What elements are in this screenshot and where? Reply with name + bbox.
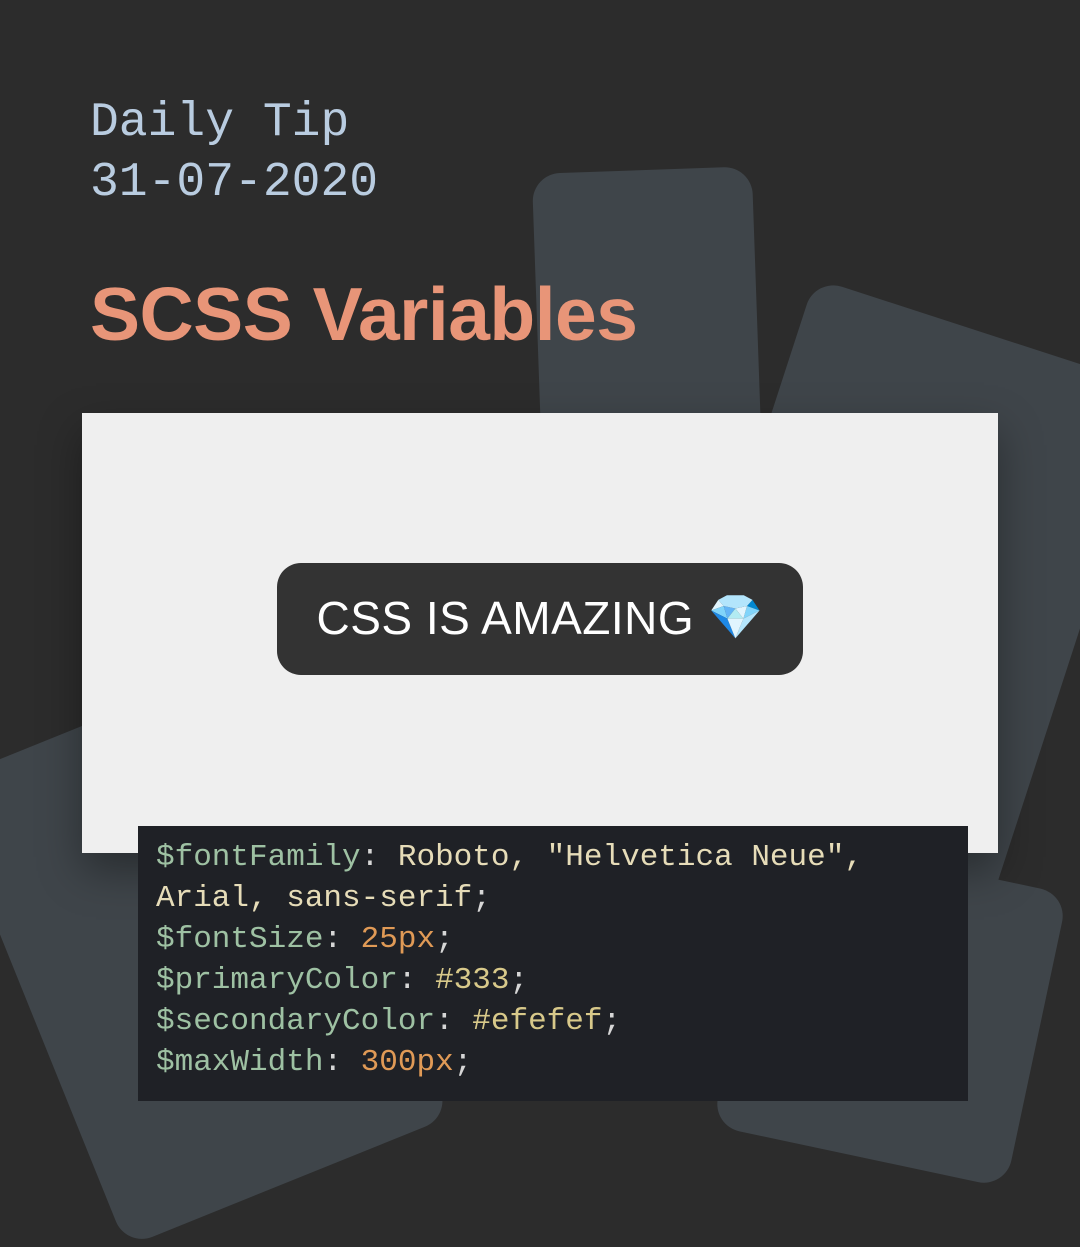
- code-var: $primaryColor: [156, 963, 398, 998]
- code-punct: ;: [435, 922, 454, 957]
- demo-pill: CSS IS AMAZING 💎: [277, 563, 804, 675]
- code-punct: ;: [603, 1004, 622, 1039]
- header: Daily Tip 31-07-2020 SCSS Variables: [0, 0, 1080, 357]
- code-punct: :: [361, 840, 398, 875]
- code-punct: :: [323, 1045, 360, 1080]
- kicker-label: Daily Tip: [90, 93, 1080, 153]
- code-punct: ;: [509, 963, 528, 998]
- code-block: $fontFamily: Roboto, "Helvetica Neue", A…: [138, 826, 968, 1101]
- code-value: #efefef: [472, 1004, 602, 1039]
- page-title: SCSS Variables: [90, 271, 1080, 357]
- code-punct: :: [398, 963, 435, 998]
- code-var: $maxWidth: [156, 1045, 323, 1080]
- code-punct: ;: [472, 881, 491, 916]
- code-punct: :: [435, 1004, 472, 1039]
- code-var: $fontSize: [156, 922, 323, 957]
- code-var: $fontFamily: [156, 840, 361, 875]
- preview-panel: CSS IS AMAZING 💎: [82, 413, 998, 853]
- code-punct: ;: [454, 1045, 473, 1080]
- code-value: 300px: [361, 1045, 454, 1080]
- date-label: 31-07-2020: [90, 153, 1080, 213]
- code-value: #333: [435, 963, 509, 998]
- code-var: $secondaryColor: [156, 1004, 435, 1039]
- gem-icon: 💎: [708, 596, 763, 640]
- code-value: 25px: [361, 922, 435, 957]
- code-punct: :: [323, 922, 360, 957]
- demo-pill-text: CSS IS AMAZING: [317, 591, 695, 645]
